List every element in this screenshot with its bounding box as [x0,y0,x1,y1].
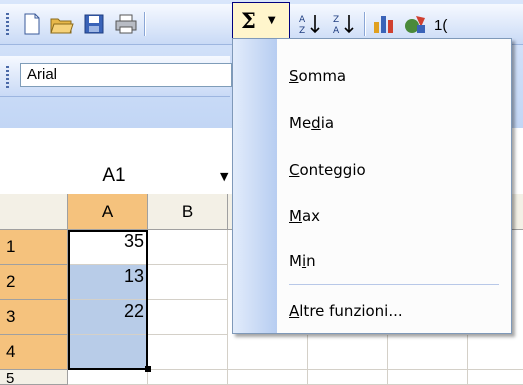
menu-item-altre-funzioni[interactable]: Altre funzioni... [289,291,499,331]
menu-icon-strip [233,39,277,333]
font-name-box[interactable]: Arial [20,63,232,87]
autosum-sigma-icon: Σ [241,8,256,33]
open-folder-icon[interactable] [48,10,76,38]
cell-f5[interactable] [468,370,523,385]
menu-item-conteggio[interactable]: Conteggio [289,150,499,190]
cell-a2[interactable]: 13 [68,265,148,300]
formatting-toolbar: Arial [0,56,232,97]
autosum-dropdown-menu: Somma Media Conteggio Max Min Altre funz… [232,38,512,334]
menu-accelerator: A [289,302,300,320]
row-header-3[interactable]: 3 [0,300,68,335]
toolbar-grip[interactable] [6,13,9,35]
cell-a4[interactable] [68,335,148,370]
cell-a1[interactable]: 35 [68,230,148,265]
cell-b5[interactable] [148,370,228,385]
menu-label-part: M [289,252,302,270]
menu-accelerator: M [289,207,302,225]
column-header-b[interactable]: B [148,194,228,230]
menu-label-part: Me [289,114,312,132]
chart-wizard-icon[interactable] [370,10,398,38]
cell-a5[interactable] [68,370,148,385]
cell-b4[interactable] [148,335,228,370]
menu-label-part: n [306,252,316,270]
menu-label-part: ax [301,207,321,225]
menu-label-part: onteggio [299,161,366,179]
chevron-down-icon: ▼ [267,15,276,26]
drawing-icon[interactable] [402,10,430,38]
menu-item-min[interactable]: Min [289,241,499,281]
svg-text:Z: Z [333,15,339,25]
menu-item-somma[interactable]: Somma [289,56,499,96]
cell-e4[interactable] [388,335,468,370]
cell-e5[interactable] [388,370,468,385]
select-all-corner[interactable] [0,194,68,230]
cell-c4[interactable] [228,335,308,370]
svg-text:A: A [299,15,306,25]
print-icon[interactable] [112,10,140,38]
cell-b3[interactable] [148,300,228,335]
zoom-field[interactable]: 1( [434,17,447,34]
cell-d4[interactable] [308,335,388,370]
new-document-icon[interactable] [18,10,46,38]
cell-c5[interactable] [228,370,308,385]
svg-text:A: A [333,26,340,36]
sort-descending-icon[interactable]: ZA [330,10,358,38]
menu-label-part: omma [298,67,347,85]
fill-handle[interactable] [145,366,151,372]
row-header-4[interactable]: 4 [0,335,68,370]
menu-accelerator: S [289,67,299,85]
menu-accelerator: d [311,114,321,132]
svg-text:Z: Z [299,26,305,36]
menu-label-part: ia [320,114,335,132]
cell-b2[interactable] [148,265,228,300]
sort-ascending-icon[interactable]: AZ [296,10,324,38]
chevron-down-icon[interactable]: ▼ [220,170,228,183]
menu-item-media[interactable]: Media [289,103,499,143]
save-icon[interactable] [80,10,108,38]
toolbar-separator [144,12,145,36]
menu-label-part: ltre funzioni... [299,302,403,320]
autosum-button[interactable]: Σ ▼ [232,2,290,38]
toolbar-grip[interactable] [6,66,9,88]
column-header-a[interactable]: A [68,194,148,230]
cell-f4[interactable] [468,335,523,370]
cell-d5[interactable] [308,370,388,385]
row-header-1[interactable]: 1 [0,230,68,265]
cell-a3[interactable]: 22 [68,300,148,335]
name-box[interactable]: A1 [14,162,214,190]
toolbar-separator [364,12,365,36]
row-header-5[interactable]: 5 [0,370,68,385]
menu-item-max[interactable]: Max [289,196,499,236]
menu-accelerator: C [289,161,300,179]
row-header-2[interactable]: 2 [0,265,68,300]
menu-separator [289,284,499,285]
cell-b1[interactable] [148,230,228,265]
